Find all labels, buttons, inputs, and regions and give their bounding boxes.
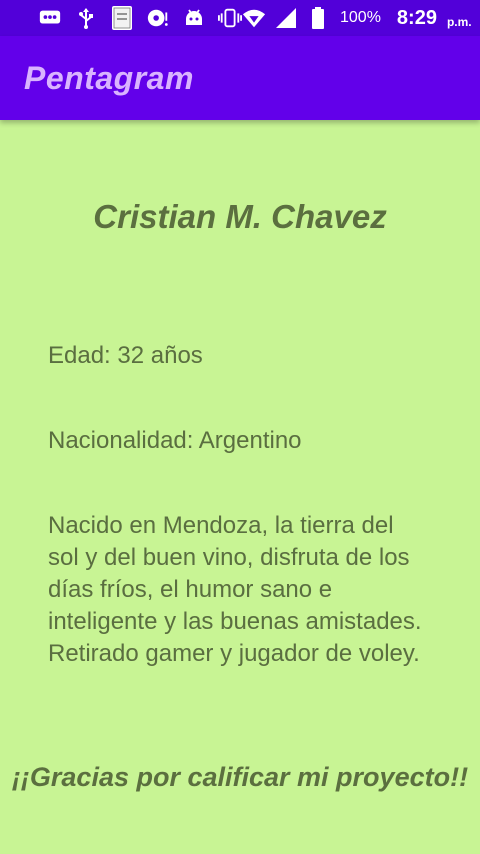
message-icon xyxy=(38,6,62,30)
battery-icon xyxy=(306,6,330,30)
profile-name: Cristian M. Chavez xyxy=(93,198,387,235)
bible-app-icon xyxy=(110,6,134,30)
vibrate-icon xyxy=(218,6,242,30)
system-status: 100% 8:29 p.m. xyxy=(242,0,472,36)
app-title: Pentagram xyxy=(24,59,194,96)
usb-icon xyxy=(74,6,98,30)
profile-content: Cristian M. Chavez Edad: 32 años Naciona… xyxy=(0,120,480,854)
profile-nationality: Nacionalidad: Argentino xyxy=(48,427,302,454)
android-debug-icon xyxy=(182,6,206,30)
thank-you-message: ¡¡Gracias por calificar mi proyecto!! xyxy=(11,762,469,792)
notification-icons xyxy=(38,0,242,36)
profile-age: Edad: 32 años xyxy=(48,342,203,369)
profile-bio: Nacido en Mendoza, la tierra del sol y d… xyxy=(48,512,422,667)
app-bar: Pentagram xyxy=(0,36,480,120)
battery-percent: 100% xyxy=(340,9,381,26)
clock-ampm: p.m. xyxy=(446,14,472,29)
clock-time: 8:29 xyxy=(396,6,437,29)
signal-icon xyxy=(274,6,298,30)
wifi-icon xyxy=(242,6,266,30)
disc-sync-icon xyxy=(146,6,170,30)
status-bar: 100% 8:29 p.m. xyxy=(0,0,480,36)
